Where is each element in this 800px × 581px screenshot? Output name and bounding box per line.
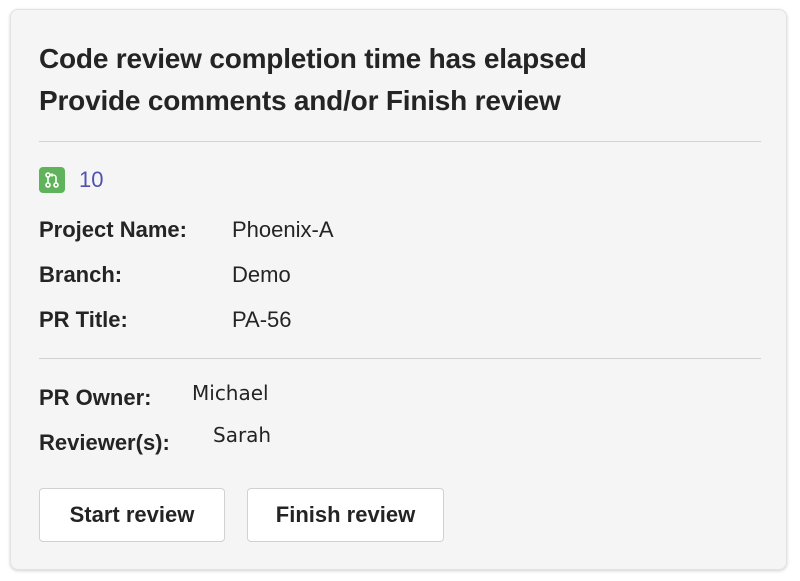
branch-value: Demo [232, 262, 291, 287]
pull-request-icon [39, 167, 65, 193]
start-review-button[interactable]: Start review [39, 488, 225, 542]
reviewers-value: Sarah [213, 423, 272, 447]
pr-owner-value: Michael [192, 381, 269, 405]
title-line-2: Provide comments and/or Finish review [39, 85, 561, 116]
project-name-value: Phoenix-A [232, 217, 334, 242]
divider-bottom [39, 358, 761, 359]
finish-review-button[interactable]: Finish review [247, 488, 444, 542]
reviewers-label: Reviewer(s): [39, 430, 170, 455]
title-line-1: Code review completion time has elapsed [39, 43, 587, 74]
branch-label: Branch: [39, 262, 123, 287]
pr-link-row: 10 [39, 166, 103, 194]
divider-top [39, 141, 761, 142]
project-name-label: Project Name: [39, 217, 187, 242]
pr-title-value: PA-56 [232, 307, 292, 332]
card-title: Code review completion time has elapsed … [39, 38, 587, 122]
pr-number-link[interactable]: 10 [79, 167, 103, 193]
pr-owner-label: PR Owner: [39, 385, 152, 410]
pr-title-label: PR Title: [39, 307, 128, 332]
review-card: Code review completion time has elapsed … [10, 9, 787, 570]
